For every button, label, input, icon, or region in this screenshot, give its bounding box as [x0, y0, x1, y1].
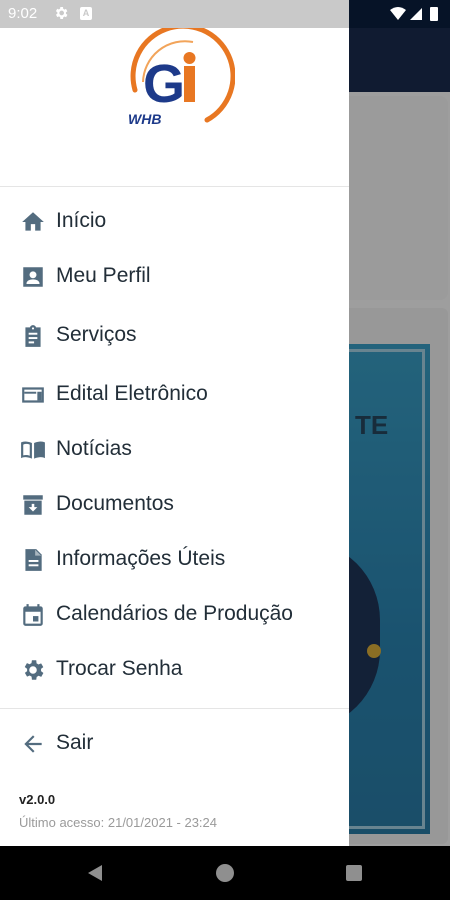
document-icon: [25, 549, 42, 571]
app-version: v2.0.0: [19, 792, 56, 807]
arrow-left-icon: [24, 735, 42, 753]
gear-icon: [24, 660, 44, 680]
menu-item-label: Informações Úteis: [56, 547, 226, 570]
recents-icon[interactable]: [346, 865, 362, 881]
menu-item-informacoes-uteis[interactable]: Informações Úteis: [0, 534, 349, 586]
profile-card-icon: [23, 267, 43, 287]
calendar-icon: [23, 604, 43, 626]
status-time: 9:02: [8, 5, 38, 22]
svg-text:WHB: WHB: [128, 111, 161, 127]
menu-item-label: Meu Perfil: [56, 264, 151, 287]
menu-item-servicos[interactable]: Serviços: [0, 310, 349, 362]
battery-icon: [430, 7, 438, 21]
wifi-icon: [390, 7, 406, 20]
footer-divider: [0, 708, 349, 709]
menu-item-documentos[interactable]: Documentos: [0, 479, 349, 531]
gear-icon: [55, 7, 68, 19]
menu-item-label: Trocar Senha: [56, 657, 183, 680]
logout-label: Sair: [56, 731, 94, 754]
card-icon: [22, 387, 44, 403]
menu-item-inicio[interactable]: Início: [0, 196, 349, 248]
home-icon: [22, 212, 44, 231]
svg-text:G: G: [143, 54, 185, 114]
menu-item-label: Edital Eletrônico: [56, 382, 208, 405]
menu-item-calendarios-de-producao[interactable]: Calendários de Produção: [0, 589, 349, 641]
header-divider: [0, 186, 349, 187]
menu-item-noticias[interactable]: Notícias: [0, 424, 349, 476]
home-nav-icon[interactable]: [216, 864, 234, 882]
status-bar: 9:02 A: [0, 0, 450, 28]
menu-item-label: Calendários de Produção: [56, 602, 293, 625]
system-navigation-bar: [0, 846, 450, 900]
menu-item-trocar-senha[interactable]: Trocar Senha: [0, 644, 349, 696]
archive-icon: [23, 495, 43, 515]
back-icon[interactable]: [86, 864, 104, 882]
menu-item-label: Notícias: [56, 437, 132, 460]
menu-item-label: Início: [56, 209, 107, 232]
navigation-drawer: G WHB Início Meu Perfil Serviços Edital …: [0, 23, 349, 846]
last-access-text: Último acesso: 21/01/2021 - 23:24: [19, 815, 218, 830]
menu-item-meu-perfil[interactable]: Meu Perfil: [0, 251, 349, 303]
signal-icon: [410, 8, 422, 20]
book-icon: [21, 441, 45, 459]
menu-item-edital-eletronico[interactable]: Edital Eletrônico: [0, 369, 349, 421]
menu-item-label: Serviços: [56, 323, 137, 346]
a-notification-icon: A: [80, 7, 92, 20]
logout-button[interactable]: Sair: [0, 718, 349, 770]
system-status-icons: [390, 7, 438, 21]
clipboard-icon: [25, 325, 41, 347]
gi-whb-logo: G WHB: [128, 23, 235, 127]
menu-item-label: Documentos: [56, 492, 174, 515]
